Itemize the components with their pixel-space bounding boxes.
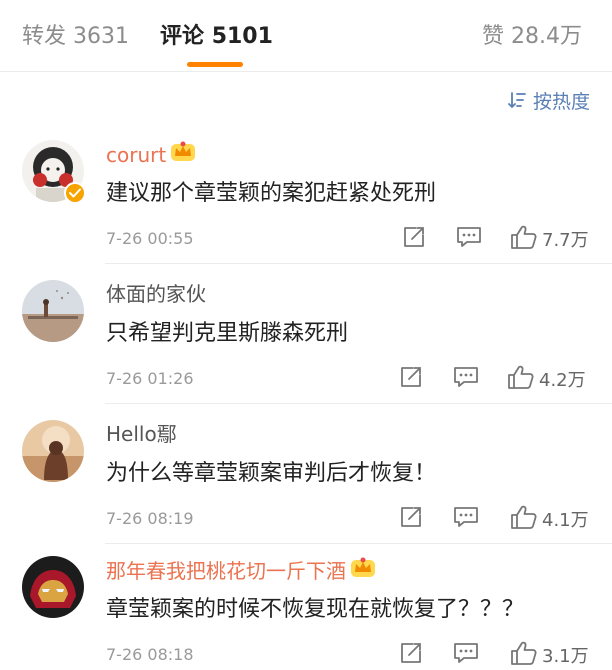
comment-username[interactable]: 那年春我把桃花切一斤下酒: [106, 556, 376, 585]
verified-badge-icon: [64, 182, 86, 204]
comment-username[interactable]: corurt: [106, 140, 196, 169]
like-count: 3.1万: [542, 646, 589, 667]
comment-text: 只希望判克里斯滕森死刑: [106, 321, 349, 346]
thumbs-up-icon: [507, 364, 535, 394]
like-button[interactable]: 4.2万: [507, 364, 586, 394]
avatar[interactable]: [22, 420, 84, 482]
tab-repost[interactable]: 转发 3631: [22, 22, 129, 52]
comment-item: 那年春我把桃花切一斤下酒 章莹颖案的时候不恢复现在就恢复了？？？ 7-26 08…: [0, 556, 612, 670]
like-button[interactable]: 3.1万: [510, 640, 589, 670]
tab-comments[interactable]: 评论 5101: [160, 22, 273, 52]
repost-button[interactable]: [396, 364, 426, 394]
reply-button[interactable]: [451, 364, 481, 394]
username-text: 体面的家伙: [106, 282, 206, 306]
comment-item: corurt 建议那个章莹颖的案犯赶紧处死刑 7-26 00:55 7.7万: [0, 140, 612, 264]
active-tab-indicator: [187, 62, 243, 67]
like-count: 7.7万: [542, 230, 589, 251]
comment-text: 章莹颖案的时候不恢复现在就恢复了？？？: [106, 597, 525, 622]
repost-button[interactable]: [399, 224, 429, 254]
share-icon: [399, 505, 423, 533]
sort-label: 按热度: [532, 90, 590, 113]
comment-username[interactable]: Hello鄢: [106, 420, 177, 448]
divider: [105, 403, 612, 404]
comment-icon: [453, 641, 479, 669]
repost-button[interactable]: [396, 504, 426, 534]
comment-text: 建议那个章莹颖的案犯赶紧处死刑: [106, 181, 437, 206]
tab-repost-label: 转发: [22, 24, 67, 49]
comment-text: 为什么等章莹颖案审判后才恢复！: [106, 461, 437, 486]
thumbs-up-icon: [510, 640, 538, 670]
share-icon: [402, 225, 426, 253]
reply-button[interactable]: [451, 640, 481, 670]
thumbs-up-icon: [510, 224, 538, 254]
comment-username[interactable]: 体面的家伙: [106, 280, 206, 308]
comment-time: 7-26 01:26: [106, 369, 194, 388]
sort-icon: [507, 91, 527, 109]
username-text: 那年春我把桃花切一斤下酒: [106, 558, 346, 583]
tab-bar: 转发 3631 评论 5101 赞 28.4万: [0, 0, 612, 72]
comment-time: 7-26 00:55: [106, 229, 194, 248]
tab-likes[interactable]: 赞 28.4万: [482, 22, 582, 52]
tab-repost-count: 3631: [73, 24, 130, 49]
reply-button[interactable]: [451, 504, 481, 534]
vip-crown-icon: [170, 140, 196, 169]
avatar[interactable]: [22, 280, 84, 342]
like-button[interactable]: 7.7万: [510, 224, 589, 254]
share-icon: [399, 641, 423, 669]
comment-item: Hello鄢 为什么等章莹颖案审判后才恢复！ 7-26 08:19 4.1万: [0, 420, 612, 544]
like-count: 4.1万: [542, 510, 589, 531]
divider: [105, 543, 612, 544]
share-icon: [399, 365, 423, 393]
comment-item: 体面的家伙 只希望判克里斯滕森死刑 7-26 01:26 4.2万: [0, 280, 612, 404]
avatar[interactable]: [22, 556, 84, 618]
reply-button[interactable]: [454, 224, 484, 254]
comment-icon: [453, 505, 479, 533]
vip-crown-icon: [350, 556, 376, 585]
divider: [105, 263, 612, 264]
username-text: Hello鄢: [106, 422, 177, 446]
repost-button[interactable]: [396, 640, 426, 670]
comment-time: 7-26 08:18: [106, 645, 194, 664]
sort-button[interactable]: 按热度: [507, 87, 590, 113]
tab-comments-label: 评论: [160, 24, 205, 49]
comment-time: 7-26 08:19: [106, 509, 194, 528]
username-text: corurt: [106, 142, 167, 167]
tab-likes-count: 28.4万: [511, 24, 583, 49]
like-button[interactable]: 4.1万: [510, 504, 589, 534]
tab-comments-count: 5101: [211, 24, 273, 49]
like-count: 4.2万: [539, 370, 586, 391]
thumbs-up-icon: [510, 504, 538, 534]
comment-icon: [453, 365, 479, 393]
comment-icon: [456, 225, 482, 253]
tab-likes-label: 赞: [482, 24, 505, 49]
